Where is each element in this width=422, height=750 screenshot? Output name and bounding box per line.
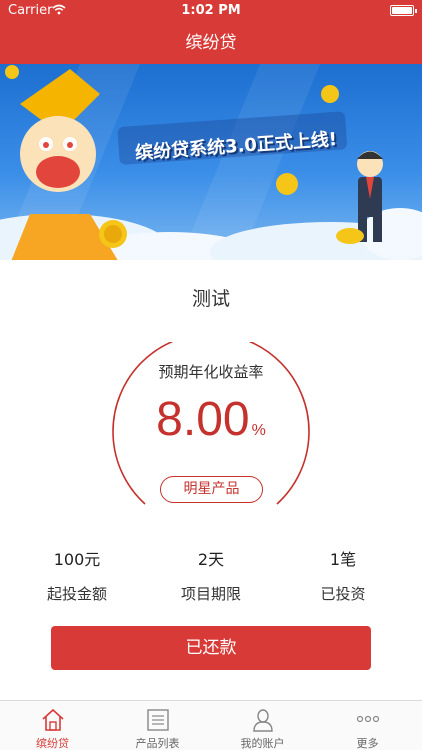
tab-bar: 缤纷贷 产品列表 我的账户 更多 [0, 700, 422, 750]
home-icon [42, 708, 64, 731]
tab-home[interactable]: 缤纷贷 [0, 701, 105, 750]
promo-banner[interactable]: 缤纷贷系统3.0正式上线! [0, 64, 422, 260]
wifi-icon [52, 4, 66, 15]
rate-value: 8.00 [156, 393, 250, 446]
term-label: 项目期限 [180, 585, 241, 603]
tab-product-list[interactable]: 产品列表 [105, 701, 210, 750]
banner-illustration [0, 64, 422, 260]
nav-bar: 缤纷贷 [0, 22, 422, 64]
tab-more[interactable]: 更多 [315, 701, 420, 750]
carrier-label: Carrier [8, 3, 53, 18]
term-value: 2天 [197, 550, 225, 569]
page-title: 缤纷贷 [185, 33, 237, 53]
status-bar: Carrier 1:02 PM [0, 0, 422, 22]
tab-label: 我的账户 [240, 737, 285, 750]
rate-unit: % [251, 422, 266, 439]
rate-label: 预期年化收益率 [158, 363, 264, 381]
rate-display: 8.00% [0, 392, 422, 447]
businessman-figure [336, 151, 383, 244]
star-product-badge: 明星产品 [160, 476, 263, 503]
min-investment-label: 起投金额 [46, 585, 107, 603]
more-icon [356, 715, 380, 723]
min-investment-value: 100元 [53, 550, 101, 569]
list-icon [147, 709, 169, 731]
tab-label: 产品列表 [135, 737, 180, 750]
tab-label: 缤纷贷 [36, 737, 69, 750]
invested-count-label: 已投资 [320, 585, 366, 603]
repaid-button[interactable]: 已还款 [51, 626, 371, 670]
user-icon [253, 709, 273, 732]
tab-my-account[interactable]: 我的账户 [210, 701, 315, 750]
invested-count-value: 1笔 [329, 550, 357, 569]
battery-icon [390, 5, 417, 16]
product-name: 测试 [191, 288, 230, 310]
tab-label: 更多 [356, 737, 379, 750]
